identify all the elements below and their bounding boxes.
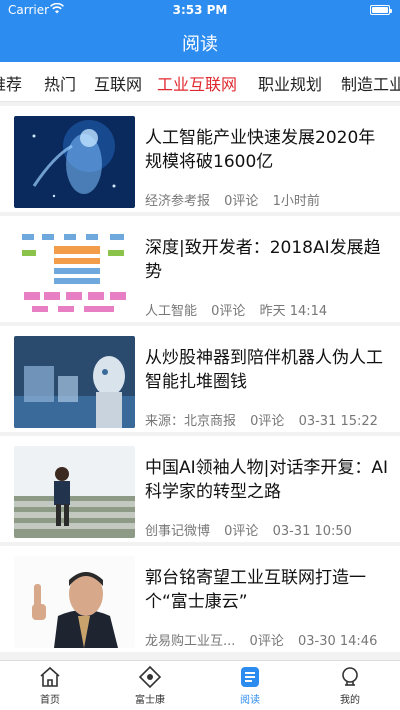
- article-headline: 人工智能产业快速发展2020年规模将破1600亿: [145, 128, 376, 172]
- article-source: 经济参考报: [145, 194, 211, 209]
- article-thumbnail: [14, 336, 135, 428]
- tabbar-label: 首页: [40, 695, 60, 706]
- reading-icon: [241, 667, 259, 687]
- tabbar-foxconn[interactable]: 富士康: [120, 665, 180, 706]
- home-icon: [40, 666, 60, 687]
- article-meta: 经济参考报 0评论 1小时前: [145, 190, 330, 209]
- clock: 3:53 PM: [172, 3, 228, 17]
- tab-career-planning[interactable]: 职业规划: [258, 71, 322, 95]
- tab-internet[interactable]: 互联网: [94, 71, 142, 95]
- article-source: 人工智能: [145, 304, 198, 319]
- diamond-icon: [138, 665, 162, 689]
- list-item[interactable]: 郭台铭寄望工业互联网打造一个“富士康云” 龙易购工业互... 0评论 03-30…: [0, 546, 400, 652]
- tab-recommend[interactable]: 推荐: [0, 71, 22, 95]
- app-header: Carrier 3:53 PM 阅读: [0, 0, 400, 62]
- article-time: 03-31 15:22: [298, 414, 378, 429]
- battery-icon: [370, 5, 392, 15]
- tabbar-label: 我的: [340, 695, 360, 706]
- profile-icon: [342, 667, 358, 686]
- article-headline: 深度|致开发者：2018AI发展趋势: [145, 238, 381, 282]
- article-thumbnail: [14, 556, 135, 648]
- article-time: 03-31 10:50: [272, 524, 352, 539]
- article-source: 龙易购工业互...: [145, 634, 236, 649]
- article-meta: 创事记微博 0评论 03-31 10:50: [145, 520, 362, 539]
- article-time: 03-30 14:46: [297, 634, 378, 649]
- status-bar: Carrier 3:53 PM: [0, 0, 400, 20]
- tab-industrial-internet[interactable]: 工业互联网: [157, 71, 237, 95]
- tabbar-label: 富士康: [135, 695, 165, 706]
- list-item[interactable]: 从炒股神器到陪伴机器人伪人工智能扎堆圈钱 来源：北京商报 0评论 03-31 1…: [0, 326, 400, 432]
- article-source: 创事记微博: [145, 524, 211, 539]
- article-comments: 0评论: [249, 634, 284, 649]
- page-title: 阅读: [182, 34, 218, 55]
- tabbar-reading[interactable]: 阅读: [220, 665, 280, 706]
- category-tabs: 推荐 热门 互联网 工业互联网 职业规划 制造工业: [0, 62, 400, 102]
- article-comments: 0评论: [250, 414, 285, 429]
- article-thumbnail: [14, 446, 135, 538]
- tabbar-home[interactable]: 首页: [20, 665, 80, 706]
- article-meta: 龙易购工业互... 0评论 03-30 14:46: [145, 630, 387, 649]
- article-source: 来源：北京商报: [145, 414, 237, 429]
- article-headline: 郭台铭寄望工业互联网打造一个“富士康云”: [145, 568, 366, 612]
- list-item[interactable]: 深度|致开发者：2018AI发展趋势 人工智能 0评论 昨天 14:14: [0, 216, 400, 322]
- tab-manufacturing[interactable]: 制造工业: [341, 71, 400, 95]
- article-headline: 从炒股神器到陪伴机器人伪人工智能扎堆圈钱: [145, 348, 383, 392]
- article-comments: 0评论: [211, 304, 246, 319]
- tabbar-profile[interactable]: 我的: [320, 665, 380, 706]
- tab-hot[interactable]: 热门: [44, 71, 76, 95]
- list-item[interactable]: 人工智能产业快速发展2020年规模将破1600亿 经济参考报 0评论 1小时前: [0, 106, 400, 212]
- article-time: 1小时前: [272, 194, 320, 209]
- article-meta: 来源：北京商报 0评论 03-31 15:22: [145, 410, 388, 429]
- bottom-tab-bar: 首页 富士康 阅读 我的: [0, 660, 400, 710]
- article-thumbnail: [14, 116, 135, 208]
- tabbar-label: 阅读: [240, 695, 260, 706]
- article-comments: 0评论: [224, 194, 259, 209]
- article-time: 昨天 14:14: [259, 304, 328, 319]
- article-headline: 中国AI领袖人物|对话李开复：AI科学家的转型之路: [145, 458, 389, 502]
- article-thumbnail: [14, 226, 135, 318]
- list-item[interactable]: 中国AI领袖人物|对话李开复：AI科学家的转型之路 创事记微博 0评论 03-3…: [0, 436, 400, 542]
- article-comments: 0评论: [224, 524, 259, 539]
- article-meta: 人工智能 0评论 昨天 14:14: [145, 300, 337, 319]
